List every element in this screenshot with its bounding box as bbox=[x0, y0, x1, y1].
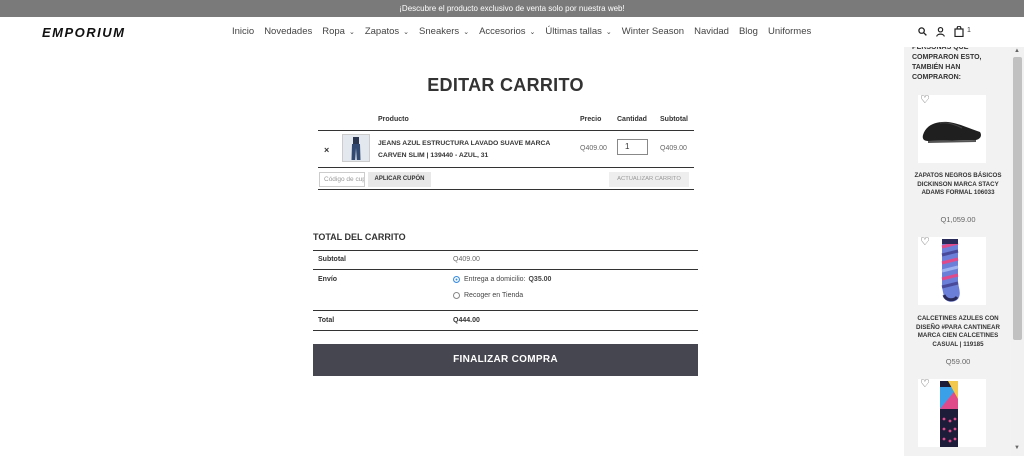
product-name[interactable]: ZAPATOS NEGROS BÁSICOS DICKINSON MARCA S… bbox=[912, 172, 1004, 198]
chevron-down-icon: ⌄ bbox=[605, 28, 612, 36]
divider bbox=[313, 330, 698, 331]
sidebar-scrollbar[interactable]: ▲ ▼ bbox=[1011, 47, 1024, 456]
nav-item-label: Accesorios bbox=[479, 26, 526, 37]
nav-item-label: Inicio bbox=[232, 26, 255, 37]
update-cart-button[interactable]: ACTUALIZAR CARRITO bbox=[609, 172, 689, 187]
sidebar-title: PERSONAS QUE COMPRARON ESTO, TAMBIÉN HAN… bbox=[912, 47, 982, 81]
cart-actions: Código de cupón APLICAR CUPÓN ACTUALIZAR… bbox=[318, 168, 694, 190]
announcement-text: ¡Descubre el producto exclusivo de venta… bbox=[399, 4, 625, 13]
nav-item-inicio[interactable]: Inicio bbox=[232, 26, 254, 37]
cart-item-price: Q409.00 bbox=[580, 145, 607, 152]
radio-selected-icon[interactable] bbox=[453, 276, 460, 283]
user-icon[interactable] bbox=[936, 26, 945, 37]
nav-item-label: Zapatos bbox=[364, 26, 400, 37]
cart-totals: TOTAL DEL CARRITO Subtotal Q409.00 Envío… bbox=[313, 232, 698, 331]
coupon-input[interactable]: Código de cupón bbox=[319, 172, 365, 187]
related-products-sidebar: PERSONAS QUE COMPRARON ESTO, TAMBIÉN HAN… bbox=[904, 47, 1011, 456]
search-icon[interactable] bbox=[918, 27, 927, 36]
shipping-option-label: Entrega a domicilio: bbox=[464, 276, 526, 283]
site-header: EMPORIUM Inicio Novedades Ropa ⌄ Zapatos ⌄ Sne… bbox=[0, 17, 1024, 47]
cart-table-header: Producto Precio Cantidad Subtotal bbox=[318, 110, 694, 131]
totals-heading: TOTAL DEL CARRITO bbox=[313, 232, 406, 242]
nav-item-sneakers[interactable]: Sneakers ⌄ bbox=[419, 26, 469, 37]
announcement-bar: ¡Descubre el producto exclusivo de venta… bbox=[0, 0, 1024, 17]
cart-count: 1 bbox=[967, 27, 971, 34]
nav-item-label: Novedades bbox=[264, 26, 313, 37]
nav-item-últimas-tallas[interactable]: Últimas tallas ⌄ bbox=[545, 26, 611, 37]
nav-item-novedades[interactable]: Novedades bbox=[264, 26, 312, 37]
bag-icon[interactable] bbox=[954, 26, 964, 37]
product-price: Q59.00 bbox=[945, 357, 971, 366]
shipping-option-delivery[interactable]: Entrega a domicilio: Q35.00 bbox=[453, 276, 551, 283]
radio-icon[interactable] bbox=[453, 292, 460, 299]
page-title: EDITAR CARRITO bbox=[427, 75, 584, 95]
chevron-down-icon: ⌄ bbox=[348, 28, 355, 36]
nav-item-navidad[interactable]: Navidad bbox=[694, 26, 729, 37]
chevron-down-icon: ⌄ bbox=[463, 28, 470, 36]
scroll-up-icon[interactable]: ▲ bbox=[1014, 48, 1020, 54]
logo[interactable]: EMPORIUM bbox=[42, 25, 126, 40]
product-thumbnail[interactable] bbox=[342, 134, 370, 162]
nav-item-label: Uniformes bbox=[767, 26, 812, 37]
wishlist-heart-icon[interactable]: ♡ bbox=[920, 377, 930, 390]
header-icons: 1 bbox=[918, 26, 971, 37]
divider bbox=[313, 269, 698, 270]
nav-item-uniformes[interactable]: Uniformes bbox=[768, 26, 811, 37]
scroll-down-icon[interactable]: ▼ bbox=[1014, 445, 1020, 451]
column-product: Producto bbox=[378, 116, 409, 123]
product-name[interactable]: CALCETINES AZULES CON DISEÑO #PARA CANTI… bbox=[912, 315, 1004, 349]
checkout-button[interactable]: FINALIZAR COMPRA bbox=[313, 344, 698, 376]
subtotal-label: Subtotal bbox=[318, 256, 346, 263]
nav-item-label: Ropa bbox=[322, 26, 345, 37]
nav-item-label: Winter Season bbox=[621, 26, 685, 37]
subtotal-value: Q409.00 bbox=[453, 256, 480, 263]
scrollbar-thumb[interactable] bbox=[1013, 57, 1022, 340]
cart-item-row: × JEANS AZUL ESTRUCTURA LAVADO SUAVE MAR… bbox=[318, 131, 694, 168]
wishlist-heart-icon[interactable]: ♡ bbox=[920, 93, 930, 106]
shipping-option-price: Q35.00 bbox=[528, 276, 552, 283]
nav-item-ropa[interactable]: Ropa ⌄ bbox=[322, 26, 355, 37]
chevron-down-icon: ⌄ bbox=[403, 28, 410, 36]
column-price: Precio bbox=[580, 116, 602, 123]
chevron-down-icon: ⌄ bbox=[529, 28, 536, 36]
wishlist-heart-icon[interactable]: ♡ bbox=[920, 235, 930, 248]
column-subtotal: Subtotal bbox=[660, 116, 688, 123]
cart-page: EDITAR CARRITO Producto Precio Cantidad … bbox=[0, 47, 900, 456]
column-quantity: Cantidad bbox=[617, 116, 647, 123]
nav-item-label: Blog bbox=[738, 26, 758, 37]
nav-item-label: Sneakers bbox=[419, 26, 460, 37]
nav-item-accesorios[interactable]: Accesorios ⌄ bbox=[479, 26, 535, 37]
nav-item-label: Últimas tallas bbox=[545, 26, 602, 37]
shipping-option-label: Recoger en Tienda bbox=[464, 292, 524, 299]
main-nav: Inicio Novedades Ropa ⌄ Zapatos ⌄ Sneakers ⌄ Acc… bbox=[232, 26, 821, 37]
nav-item-winter-season[interactable]: Winter Season bbox=[622, 26, 684, 37]
total-value: Q444.00 bbox=[453, 317, 480, 324]
total-label: Total bbox=[318, 317, 335, 324]
shipping-label: Envío bbox=[318, 276, 338, 283]
shipping-option-pickup[interactable]: Recoger en Tienda bbox=[453, 292, 523, 299]
remove-item-button[interactable]: × bbox=[324, 145, 329, 155]
divider bbox=[313, 250, 698, 251]
nav-item-blog[interactable]: Blog bbox=[739, 26, 758, 37]
nav-item-label: Navidad bbox=[694, 26, 729, 37]
nav-item-zapatos[interactable]: Zapatos ⌄ bbox=[365, 26, 409, 37]
cart-item-name[interactable]: JEANS AZUL ESTRUCTURA LAVADO SUAVE MARCA… bbox=[378, 138, 568, 162]
cart-item-subtotal: Q409.00 bbox=[660, 145, 687, 152]
product-price: Q1,059.00 bbox=[940, 215, 976, 224]
quantity-input[interactable]: 1 bbox=[617, 139, 648, 155]
apply-coupon-button[interactable]: APLICAR CUPÓN bbox=[368, 172, 431, 187]
divider bbox=[313, 310, 698, 311]
